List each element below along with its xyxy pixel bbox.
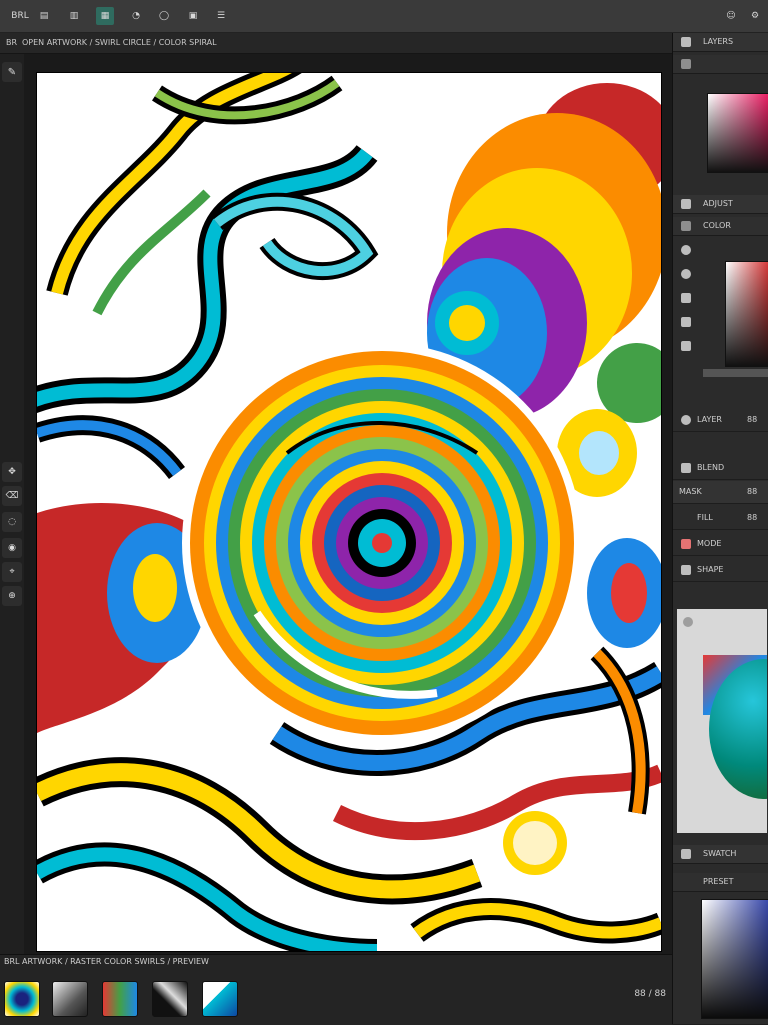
property-label: MODE [697,539,722,548]
document-prefix: BR [6,38,18,47]
circle-tool-button[interactable]: ◯ [156,7,172,25]
history-icon[interactable] [681,317,691,327]
adjust-title: ADJUST [703,199,733,208]
property-row-fill[interactable]: FILL 88 [673,507,768,530]
menu-icon: ☰ [216,11,226,21]
property-row-shape[interactable]: SHAPE [673,559,768,582]
box-icon: ▣ [188,11,198,21]
property-label: FILL [697,513,713,522]
eyedropper-icon: ⌖ [9,567,15,577]
property-label: BLEND [697,463,725,472]
user-button[interactable]: ☺ [724,7,738,25]
circle-icon: ◯ [158,11,170,21]
abstract-artwork [37,73,661,951]
property-value: 88 [747,487,758,496]
user-icon: ☺ [726,11,736,21]
property-label: LAYER [697,415,722,424]
brush-icon: ✎ [7,66,17,78]
adjust-panel-header[interactable]: ADJUST [673,195,768,214]
lasso-tool[interactable]: ◌ [2,512,22,532]
swatch-icon[interactable] [681,269,691,279]
layers-panel-header[interactable]: LAYERS [673,33,768,52]
right-panel: LAYERS ADJUST COLOR LAYER 88 BLEND MASK … [672,33,768,1024]
image-icon: ▥ [69,11,79,21]
bottom-bar: BRL ARTWORK / RASTER COLOR SWIRLS / PREV… [0,954,672,1025]
fill-icon: ◉ [8,543,16,553]
property-row-mode[interactable]: MODE [673,533,768,556]
property-row-layer[interactable]: LAYER 88 [673,409,768,432]
property-label: SHAPE [697,565,724,574]
eraser-icon: ⌫ [5,491,19,501]
swatch-panel-header[interactable]: SWATCH [673,845,768,864]
color-panel-header[interactable]: COLOR [673,217,768,236]
blend-icon [681,463,691,473]
swatch-icon [681,849,691,859]
pin-icon [683,617,693,627]
color-title: COLOR [703,221,731,230]
preview-panel[interactable] [677,609,767,833]
color-slider[interactable] [703,369,768,377]
stack-tool-button[interactable]: ▤ [36,7,52,25]
shape-icon [681,565,691,575]
document-title: OPEN ARTWORK / SWIRL CIRCLE / COLOR SPIR… [22,38,217,47]
picker-icon[interactable] [681,293,691,303]
bottom-label: BRL ARTWORK / RASTER COLOR SWIRLS / PREV… [4,957,209,966]
preset-color-square[interactable] [701,899,768,1019]
frame-icon: ▦ [100,11,110,21]
thumbnail-4[interactable] [152,981,188,1017]
color-picker-square[interactable] [707,93,768,173]
brush-tool[interactable]: ✎ [2,62,22,82]
move-tool[interactable]: ✥ [2,462,22,482]
top-toolbar: BRL ▤ ▥ ▦ ◔ ◯ ▣ ☰ ☺ ⚙ [0,0,768,33]
clock-icon: ◔ [132,11,140,21]
layers-icon [681,37,691,47]
left-tool-strip: ✎ ✥ ⌫ ◌ ◉ ⌖ ⊕ [0,54,24,954]
property-value: 88 [747,415,758,424]
brush-tool-button[interactable]: BRL [6,7,34,25]
menu-tool-button[interactable]: ☰ [212,7,230,25]
lock-icon [681,59,691,69]
palette-icon [681,221,691,231]
thumbnail-1[interactable] [4,981,40,1017]
circle-icon[interactable] [681,245,691,255]
thumbnail-3[interactable] [102,981,138,1017]
move-icon: ✥ [8,467,16,477]
dot-icon [681,415,691,425]
sliders-icon [681,199,691,209]
settings-button[interactable]: ⚙ [748,7,762,25]
zoom-icon: ⊕ [8,591,16,601]
mode-icon [681,539,691,549]
document-tabbar: BR OPEN ARTWORK / SWIRL CIRCLE / COLOR S… [0,33,672,54]
lasso-icon: ◌ [8,517,16,527]
frame-tool-button[interactable]: ▦ [96,7,114,25]
property-row-mask[interactable]: MASK 88 [673,481,768,504]
property-label: MASK [679,487,702,496]
stack-icon: ▤ [39,11,49,21]
property-value: 88 [747,513,758,522]
artboard-canvas[interactable] [36,72,662,952]
swatch-title: SWATCH [703,849,737,858]
brush-icon: BRL [11,11,29,21]
color-tools-column [677,241,695,371]
thumbnail-5[interactable] [202,981,238,1017]
eraser-tool[interactable]: ⌫ [2,486,22,506]
preset-title: PRESET [703,877,734,886]
color-gradient-square[interactable] [725,261,768,367]
image-tool-button[interactable]: ▥ [66,7,82,25]
preset-header[interactable]: PRESET [673,873,768,892]
clock-tool-button[interactable]: ◔ [128,7,144,25]
layers-small-icon[interactable] [681,341,691,351]
layers-subheader [673,55,768,74]
box-tool-button[interactable]: ▣ [184,7,202,25]
gear-icon: ⚙ [750,11,760,21]
fill-tool[interactable]: ◉ [2,538,22,558]
eyedropper-tool[interactable]: ⌖ [2,562,22,582]
thumbnail-2[interactable] [52,981,88,1017]
zoom-indicator[interactable]: 88 / 88 [634,989,666,999]
zoom-tool[interactable]: ⊕ [2,586,22,606]
layers-title: LAYERS [703,37,734,46]
property-row-blend[interactable]: BLEND [673,457,768,480]
